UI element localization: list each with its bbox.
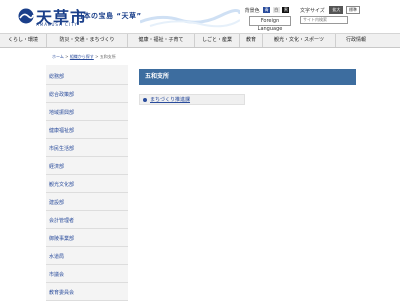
breadcrumb-separator: >	[95, 54, 99, 59]
breadcrumb-current: 五和支所	[99, 54, 116, 59]
nav-item-health-welfare[interactable]: 健康・福祉・子育て	[128, 34, 195, 47]
sidebar-item-tourism[interactable]: 観光文化部	[46, 177, 128, 193]
global-nav: くらし・環境 防災・交通・まちづくり 健康・福祉・子育て しごと・産業 教育 観…	[0, 33, 400, 48]
header-decoration	[140, 9, 240, 28]
sidebar-item-policy[interactable]: 総合政策部	[46, 87, 128, 103]
sidebar-item-economy[interactable]: 経済部	[46, 159, 128, 175]
breadcrumb-parent[interactable]: 組織から探す	[70, 54, 94, 59]
link-item[interactable]: まちづくり推進課	[139, 94, 245, 105]
link-machizukuri[interactable]: まちづくり推進課	[150, 97, 190, 103]
sidebar: 総務部 総合政策部 地域振興部 健康福祉部 市民生活部 経済部 観光文化部 建設…	[46, 65, 128, 301]
bg-black-button[interactable]: 黒	[282, 7, 290, 13]
nav-item-education[interactable]: 教育	[240, 34, 263, 47]
sidebar-item-water[interactable]: 水道局	[46, 249, 128, 265]
breadcrumb: ホーム > 組織から探す > 五和支所	[52, 54, 116, 60]
sidebar-item-board-education[interactable]: 教育委員会	[46, 285, 128, 301]
breadcrumb-home[interactable]: ホーム	[52, 54, 64, 59]
nav-item-administration[interactable]: 行政情報	[336, 34, 376, 47]
font-size-label: 文字サイズ	[299, 7, 325, 14]
logo-tagline: 日本の宝島 “天草”	[76, 12, 142, 20]
bg-white-button[interactable]: 白	[272, 7, 280, 13]
foreign-language-button[interactable]: Foreign Language	[249, 16, 291, 32]
site-search-input[interactable]	[300, 16, 348, 24]
sidebar-item-construction[interactable]: 建設部	[46, 195, 128, 211]
nav-item-disaster-traffic[interactable]: 防災・交通・まちづくり	[47, 34, 128, 47]
font-standard-button[interactable]: 標準	[346, 6, 360, 14]
wave-logo-icon	[18, 8, 34, 24]
nav-item-tourism-culture[interactable]: 観光・文化・スポーツ	[263, 34, 336, 47]
bullet-icon	[143, 98, 147, 102]
bg-blue-button[interactable]: 青	[263, 7, 271, 13]
logo-sub: AMAKUSA CITY	[36, 22, 78, 27]
site-header: 天草市 AMAKUSA CITY 日本の宝島 “天草” 背景色 青 白 黒 文字…	[0, 0, 400, 33]
sidebar-item-general-affairs[interactable]: 総務部	[46, 69, 128, 85]
sidebar-item-citizen[interactable]: 市民生活部	[46, 141, 128, 157]
site-logo[interactable]: 天草市 AMAKUSA CITY 日本の宝島 “天草”	[18, 6, 142, 30]
sidebar-item-accounting[interactable]: 会計管理者	[46, 213, 128, 229]
sidebar-item-business[interactable]: 御陵事業部	[46, 231, 128, 247]
nav-item-work-industry[interactable]: しごと・産業	[195, 34, 240, 47]
breadcrumb-separator: >	[65, 54, 69, 59]
accessibility-tools: 背景色 青 白 黒 文字サイズ 拡大 標準	[245, 6, 360, 14]
nav-item-living[interactable]: くらし・環境	[0, 34, 47, 47]
sidebar-item-regional[interactable]: 地域振興部	[46, 105, 128, 121]
bg-color-label: 背景色	[244, 7, 260, 14]
sidebar-item-assembly[interactable]: 市議会	[46, 267, 128, 283]
page-title: 五和支所	[139, 69, 356, 85]
sidebar-item-health[interactable]: 健康福祉部	[46, 123, 128, 139]
font-enlarge-button[interactable]: 拡大	[329, 6, 344, 14]
